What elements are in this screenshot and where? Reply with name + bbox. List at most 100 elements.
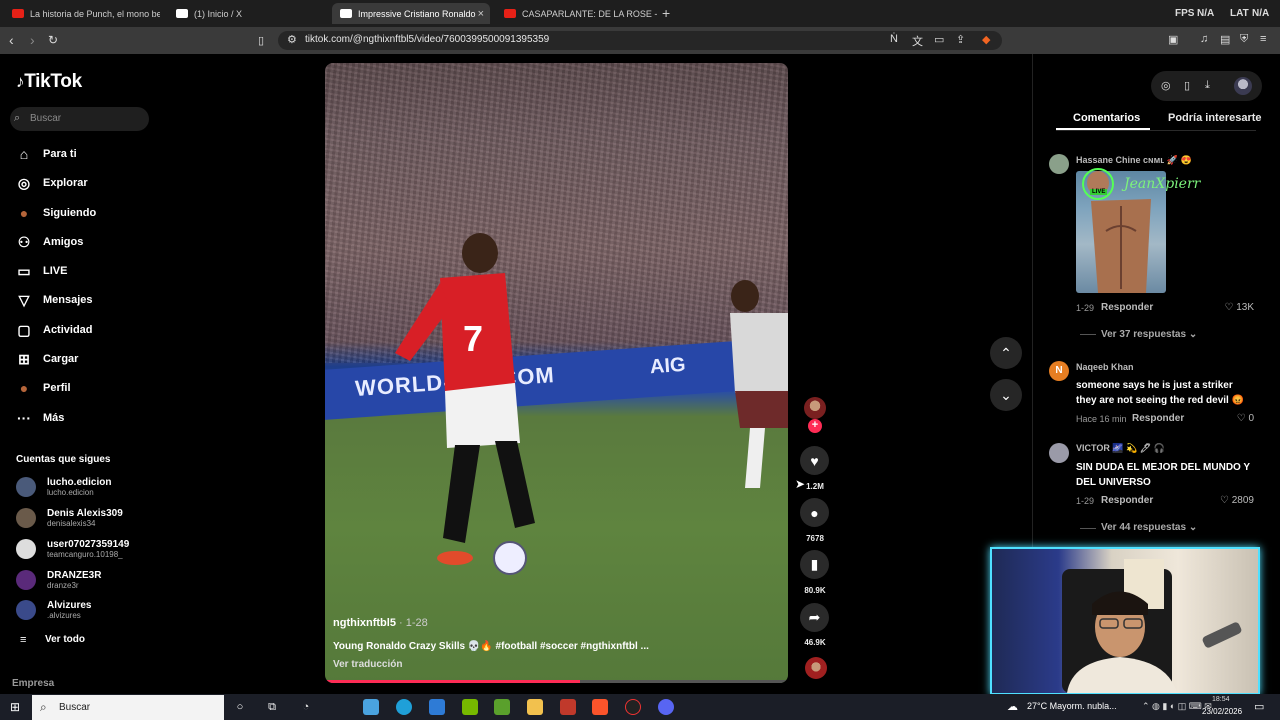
followed-account[interactable]: user07027359149 teamcanguro.10198_ — [16, 536, 129, 562]
live-badge: LIVE — [1090, 189, 1108, 195]
url-text[interactable]: tiktok.com/@ngthixnftbl5/video/760039950… — [305, 34, 549, 45]
brave-icon[interactable] — [592, 699, 608, 715]
sidebar-item-actividad[interactable]: ▢ Actividad — [14, 319, 92, 341]
video-author[interactable]: ngthixnftbl5 · 1-28 — [333, 617, 428, 629]
comment-author[interactable]: Hassane Chine ᴄɴᴍʟ 🚀 😍 — [1076, 155, 1192, 166]
download-icon[interactable]: ⤓ — [1205, 79, 1210, 92]
tiktok-logo[interactable]: ♪TikTok — [16, 71, 82, 93]
browser-tab[interactable]: La historia de Punch, el mono bebé, ... — [4, 3, 160, 24]
minecraft-icon[interactable] — [494, 699, 510, 715]
edge-icon[interactable] — [396, 699, 412, 715]
tab-title: Impressive Cristiano Ronaldo — [358, 8, 476, 19]
reply-button[interactable]: Responder — [1101, 302, 1153, 313]
sidebar-item-live[interactable]: ▭ LIVE — [14, 260, 67, 282]
cortana-icon[interactable]: ○ — [232, 699, 248, 715]
comment-avatar[interactable] — [1049, 154, 1069, 174]
vpn-shield-icon[interactable]: ⛨ — [1240, 33, 1248, 46]
comment-author[interactable]: Naqeeb Khan — [1076, 362, 1134, 372]
bookmark-icon[interactable]: ▯ — [258, 34, 264, 47]
coin-icon[interactable]: ◎ — [1161, 79, 1171, 92]
like-button[interactable]: ♥ — [800, 446, 829, 475]
obs-icon[interactable] — [625, 699, 641, 715]
sidebar-toggle-icon[interactable]: ▣ — [1168, 33, 1178, 46]
tab-comments[interactable]: Comentarios — [1073, 112, 1140, 124]
next-video-button[interactable]: ⌄ — [990, 379, 1022, 411]
forward-icon[interactable]: › — [30, 32, 35, 48]
notifications-icon[interactable]: ▭ — [1254, 700, 1264, 713]
sidebar-item-más[interactable]: ··· Más — [14, 407, 64, 429]
translate-icon[interactable]: 文 — [912, 33, 923, 49]
sidebar-item-para-ti[interactable]: ⌂ Para ti — [14, 143, 77, 165]
footer-company-link[interactable]: Empresa — [12, 678, 54, 689]
creator-avatar[interactable] — [804, 397, 826, 419]
comment-text: someone says he is just a striker they a… — [1076, 380, 1245, 406]
music-icon[interactable]: ♫ — [1200, 33, 1208, 45]
previous-video-button[interactable]: ⌃ — [990, 337, 1022, 369]
tab-suggestions[interactable]: Podría interesarte — [1168, 112, 1262, 124]
windows-start-icon[interactable]: ⊞ — [10, 700, 20, 714]
comment-author[interactable]: VICTOR 🌌 💫 🖊 🎧 — [1076, 443, 1165, 454]
comment-like[interactable]: ♡ 0 — [1220, 413, 1254, 424]
sidebar-item-siguiendo[interactable]: ● Siguiendo — [14, 202, 96, 224]
app-red-icon[interactable] — [560, 699, 576, 715]
sidebar-item-perfil[interactable]: ● Perfil — [14, 377, 71, 399]
reply-button[interactable]: Responder — [1101, 495, 1153, 506]
menu-icon[interactable]: ≡ — [1260, 33, 1266, 45]
site-info-icon[interactable]: ⚙ — [287, 33, 297, 46]
user-avatar[interactable] — [1234, 77, 1252, 95]
nvidia-icon[interactable] — [462, 699, 478, 715]
clock-time[interactable]: 18:54 — [1212, 696, 1230, 703]
sidebar-item-amigos[interactable]: ⚇ Amigos — [14, 231, 84, 253]
followed-account[interactable]: Denis Alexis309 denisalexis34 — [16, 505, 123, 531]
brave-shield-icon[interactable]: ◆ — [982, 33, 990, 46]
reply-button[interactable]: Responder — [1132, 413, 1184, 424]
file-explorer-icon[interactable] — [527, 699, 543, 715]
see-translation-link[interactable]: Ver traducción — [333, 659, 402, 670]
comment-avatar[interactable] — [1049, 443, 1069, 463]
store-icon[interactable] — [363, 699, 379, 715]
cast-icon[interactable]: ▭ — [934, 33, 944, 46]
share-icon[interactable]: ⇪ — [956, 33, 965, 46]
followed-account[interactable]: Alvizures .alvizures — [16, 597, 91, 623]
close-tab-icon[interactable]: × — [478, 8, 484, 20]
reload-icon[interactable]: ↻ — [48, 33, 58, 47]
discord-icon[interactable] — [658, 699, 674, 715]
comment-avatar[interactable]: N — [1049, 361, 1069, 381]
follow-plus-icon[interactable]: + — [808, 419, 822, 433]
avatar — [16, 539, 36, 559]
mobile-icon[interactable]: ▯ — [1184, 79, 1190, 92]
comment-button[interactable]: ● — [800, 498, 829, 527]
sidebar-item-cargar[interactable]: ⊞ Cargar — [14, 348, 78, 370]
see-all-link[interactable]: Ver todo — [45, 634, 85, 645]
browser-tab[interactable]: CASAPARLANTE: DE LA ROSE - YouTube — [496, 3, 658, 24]
weather-text[interactable]: 27°C Mayorm. nubla... — [1027, 701, 1117, 711]
comment-like[interactable]: ♡ 13K — [1220, 302, 1254, 313]
author-name[interactable]: ngthixnftbl5 — [333, 617, 396, 629]
browser-tab[interactable]: Impressive Cristiano Ronaldo × — [332, 3, 490, 24]
video-progress-fill — [325, 680, 580, 683]
sidebar-item-mensajes[interactable]: ▽ Mensajes — [14, 289, 93, 311]
split-view-icon[interactable]: ▤ — [1220, 33, 1230, 46]
comment-like[interactable]: ♡ 2809 — [1214, 495, 1254, 506]
followed-account[interactable]: DRANZE3R dranze3r — [16, 567, 101, 593]
task-view-icon[interactable]: ⧉ — [264, 699, 280, 715]
back-icon[interactable]: ‹ — [9, 32, 14, 48]
video-progress-bar[interactable] — [325, 680, 788, 683]
save-button[interactable]: ▮ — [800, 550, 829, 579]
share-button[interactable]: ➦ — [800, 603, 829, 632]
video-player[interactable]: WORLD-AIG.COM AIG 7 — [325, 63, 788, 683]
clock-date[interactable]: 23/02/2026 — [1202, 707, 1242, 716]
new-tab-button[interactable]: + — [662, 5, 670, 21]
app-icon[interactable]: ◔ — [298, 699, 314, 715]
music-disc-icon[interactable] — [805, 657, 827, 679]
mail-icon[interactable] — [429, 699, 445, 715]
activity-icon: ▢ — [17, 321, 31, 338]
browser-tab[interactable]: (1) Inicio / X — [168, 3, 324, 24]
followed-account[interactable]: lucho.edicion lucho.edicion — [16, 474, 111, 500]
reader-icon[interactable]: Ṅ — [890, 33, 898, 45]
sidebar-item-explorar[interactable]: ◎ Explorar — [14, 172, 88, 194]
view-replies-link[interactable]: Ver 37 respuestas ⌄ — [1101, 329, 1197, 340]
view-replies-link[interactable]: Ver 44 respuestas ⌄ — [1101, 522, 1197, 533]
avatar — [16, 508, 36, 528]
account-handle: dranze3r — [47, 581, 79, 590]
